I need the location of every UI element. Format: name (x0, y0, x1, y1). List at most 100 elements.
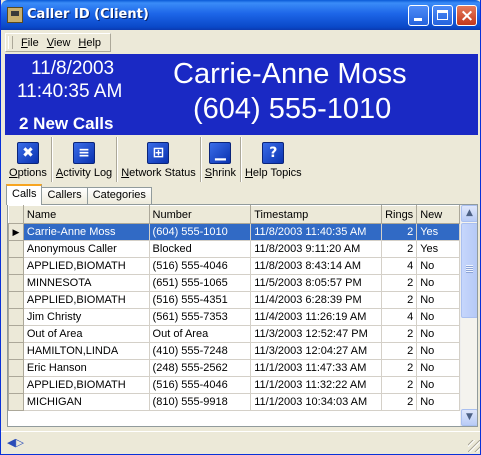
activity-log-label: Activity Log (55, 167, 113, 179)
scroll-thumb[interactable] (461, 223, 477, 318)
shrink-icon: ▁ (209, 142, 232, 164)
menu-file[interactable]: File (17, 37, 43, 49)
cell-new: Yes (416, 223, 460, 241)
table-row[interactable]: MICHIGAN (810) 555-9918 11/1/2003 10:34:03… (8, 393, 460, 411)
row-selector[interactable] (8, 257, 24, 275)
tools-icon: ✖ (16, 142, 39, 164)
cell-name: HAMILTON,LINDA (22, 342, 150, 360)
cell-rings: 4 (381, 257, 418, 275)
row-selector[interactable] (8, 393, 24, 411)
cell-new: Yes (416, 240, 460, 258)
cell-new: No (416, 342, 460, 360)
cell-timestamp: 11/1/2003 11:32:22 AM (250, 376, 383, 394)
activity-log-button[interactable]: ≡ Activity Log (52, 137, 118, 182)
tab-calls[interactable]: Calls (6, 184, 43, 205)
shrink-button[interactable]: ▁ Shrink (201, 137, 241, 182)
options-button[interactable]: ✖ Options (5, 137, 52, 182)
row-selector[interactable] (8, 342, 24, 360)
col-header-rings[interactable]: Rings (381, 205, 418, 224)
table-row[interactable]: APPLIED,BIOMATH (516) 555-4351 11/4/2003 6… (8, 291, 460, 309)
calls-grid-frame: Name Number Timestamp Rings New ▶ Carrie-… (7, 204, 478, 427)
cell-timestamp: 11/5/2003 8:05:57 PM (250, 274, 383, 292)
scroll-up-button[interactable]: ▲ (461, 205, 477, 222)
help-icon: ? (262, 142, 285, 164)
main-window: Caller ID (Client) × File View Help 11/8… (0, 0, 481, 455)
cell-new: No (416, 393, 460, 411)
shrink-label: Shrink (204, 167, 236, 179)
cell-number: (810) 555-9918 (148, 393, 252, 411)
table-row[interactable]: Out of Area Out of Area 11/3/2003 12:52:47… (8, 325, 460, 343)
network-status-label: Network Status (121, 167, 196, 179)
minimize-button[interactable] (408, 5, 429, 26)
row-selector[interactable] (8, 325, 24, 343)
cell-rings: 2 (381, 325, 418, 343)
new-calls-count: 2 New Calls (19, 114, 114, 133)
connection-icon: ◀▷ (7, 436, 24, 449)
cell-rings: 4 (381, 308, 418, 326)
cell-number: (516) 555-4046 (148, 257, 252, 275)
tab-categories[interactable]: Categories (86, 187, 152, 205)
cell-number: (516) 555-4046 (148, 376, 252, 394)
help-topics-label: Help Topics (244, 167, 302, 179)
menu-view[interactable]: View (43, 37, 75, 49)
cell-new: No (416, 308, 460, 326)
network-icon: ⊞ (147, 142, 170, 164)
table-row[interactable]: APPLIED,BIOMATH (516) 555-4046 11/1/2003 1… (8, 376, 460, 394)
close-icon: × (459, 6, 475, 26)
table-row[interactable]: HAMILTON,LINDA (410) 555-7248 11/3/2003 12… (8, 342, 460, 360)
cell-name: APPLIED,BIOMATH (22, 257, 150, 275)
col-header-timestamp[interactable]: Timestamp (250, 205, 383, 224)
table-row[interactable]: Jim Christy (561) 555-7353 11/4/2003 11:26… (8, 308, 460, 326)
caller-number: (604) 555-1010 (193, 93, 392, 125)
col-header-number[interactable]: Number (148, 205, 252, 224)
cell-name: APPLIED,BIOMATH (22, 376, 150, 394)
vertical-scrollbar[interactable]: ▲ ▼ (460, 205, 477, 426)
cell-timestamp: 11/8/2003 9:11:20 AM (250, 240, 383, 258)
cell-new: No (416, 291, 460, 309)
cell-number: (248) 555-2562 (148, 359, 252, 377)
cell-timestamp: 11/3/2003 12:52:47 PM (250, 325, 383, 343)
row-selector[interactable] (8, 376, 24, 394)
table-row[interactable]: MINNESOTA (651) 555-1065 11/5/2003 8:05:57… (8, 274, 460, 292)
caller-banner: 11/8/2003 11:40:35 AM 2 New Calls Carrie… (5, 54, 478, 135)
cell-rings: 2 (381, 393, 418, 411)
cell-number: Out of Area (148, 325, 252, 343)
row-selector[interactable] (8, 359, 24, 377)
tab-callers[interactable]: Callers (41, 187, 88, 205)
cell-timestamp: 11/1/2003 10:34:03 AM (250, 393, 383, 411)
scroll-down-button[interactable]: ▼ (461, 409, 477, 426)
calls-grid[interactable]: Name Number Timestamp Rings New ▶ Carrie-… (8, 205, 460, 426)
cell-new: No (416, 257, 460, 275)
table-row[interactable]: ▶ Carrie-Anne Moss (604) 555-1010 11/8/2003… (8, 223, 460, 241)
cell-timestamp: 11/8/2003 8:43:14 AM (250, 257, 383, 275)
maximize-button[interactable] (432, 5, 453, 26)
cell-new: No (416, 325, 460, 343)
network-status-button[interactable]: ⊞ Network Status (117, 137, 201, 182)
table-row[interactable]: Eric Hanson (248) 555-2562 11/1/2003 11:47… (8, 359, 460, 377)
row-selector[interactable]: ▶ (8, 223, 24, 241)
menu-help[interactable]: Help (74, 37, 105, 49)
resize-grip[interactable] (468, 440, 480, 452)
cell-name: MINNESOTA (22, 274, 150, 292)
cell-new: No (416, 376, 460, 394)
table-row[interactable]: Anonymous Caller Blocked 11/8/2003 9:11:20… (8, 240, 460, 258)
title-bar[interactable]: Caller ID (Client) × (1, 0, 480, 30)
col-header-name[interactable]: Name (22, 205, 150, 224)
cell-rings: 2 (381, 359, 418, 377)
row-selector[interactable] (8, 274, 24, 292)
col-header-new[interactable]: New (416, 205, 460, 224)
help-topics-button[interactable]: ? Help Topics (241, 137, 306, 182)
cell-name: Carrie-Anne Moss (22, 223, 150, 241)
options-label: Options (9, 167, 47, 179)
close-button[interactable]: × (456, 5, 477, 26)
row-selector[interactable] (8, 291, 24, 309)
table-row[interactable]: APPLIED,BIOMATH (516) 555-4046 11/8/2003 8… (8, 257, 460, 275)
cell-number: (410) 555-7248 (148, 342, 252, 360)
cell-timestamp: 11/4/2003 11:26:19 AM (250, 308, 383, 326)
row-selector[interactable] (8, 240, 24, 258)
row-selector[interactable] (8, 308, 24, 326)
cell-new: No (416, 274, 460, 292)
cell-number: (561) 555-7353 (148, 308, 252, 326)
calls-table: Name Number Timestamp Rings New ▶ Carrie-… (8, 205, 460, 411)
menu-bar: File View Help (5, 33, 111, 52)
